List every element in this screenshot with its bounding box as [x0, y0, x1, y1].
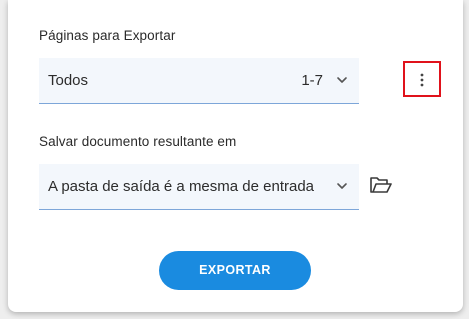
export-dialog: Páginas para Exportar Todos 1-7 Salvar d…	[8, 0, 463, 312]
pages-to-export-label: Páginas para Exportar	[39, 28, 176, 43]
more-options-button[interactable]	[403, 61, 441, 97]
chevron-down-icon	[337, 77, 347, 83]
output-folder-select[interactable]: A pasta de saída é a mesma de entrada	[39, 164, 359, 210]
pages-select[interactable]: Todos 1-7	[39, 58, 359, 104]
folder-open-icon[interactable]	[369, 176, 393, 196]
export-button[interactable]: EXPORTAR	[159, 251, 311, 290]
pages-range: 1-7	[301, 72, 323, 89]
more-vertical-icon	[420, 73, 424, 87]
output-folder-select-value: A pasta de saída é a mesma de entrada	[48, 178, 315, 195]
pages-select-value: Todos	[48, 72, 89, 89]
save-location-label: Salvar documento resultante em	[39, 134, 237, 149]
chevron-down-icon	[337, 183, 347, 189]
